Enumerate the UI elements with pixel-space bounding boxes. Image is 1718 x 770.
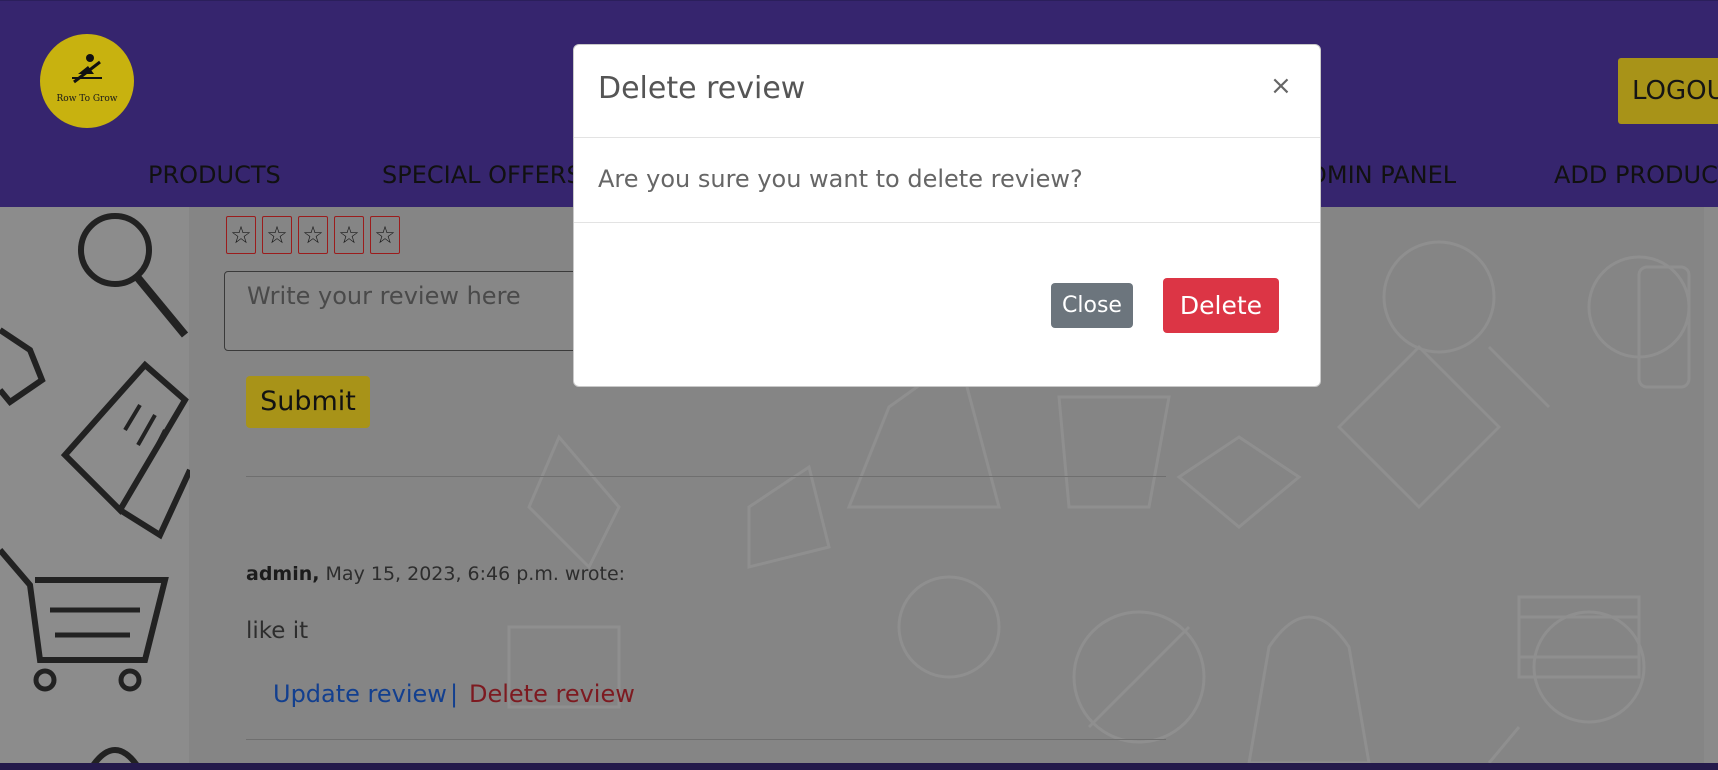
- shopping-cart-icon: [0, 548, 169, 692]
- star-outline-icon[interactable]: ☆: [298, 216, 328, 254]
- tag-icon: [0, 327, 46, 407]
- star-outline-icon[interactable]: ☆: [370, 216, 400, 254]
- divider: [246, 476, 1166, 477]
- delete-review-modal: Delete review × Are you sure you want to…: [573, 44, 1321, 387]
- review-author: admin,: [246, 563, 320, 585]
- close-icon[interactable]: ×: [1270, 71, 1292, 101]
- logo-text: Row To Grow: [56, 94, 118, 104]
- review-textarea[interactable]: Write your review here: [224, 271, 584, 351]
- modal-title: Delete review: [598, 71, 806, 106]
- modal-header-divider: [574, 137, 1320, 138]
- magnifier-icon: [78, 213, 189, 338]
- submit-review-button[interactable]: Submit: [246, 376, 370, 428]
- rower-icon: [72, 54, 102, 84]
- nav-add-product[interactable]: ADD PRODUCT: [1554, 161, 1718, 189]
- laptop-icon: [60, 360, 190, 540]
- site-logo[interactable]: Row To Grow: [40, 34, 134, 128]
- review-text: like it: [246, 618, 309, 644]
- divider: [246, 739, 1166, 740]
- star-outline-icon[interactable]: ☆: [262, 216, 292, 254]
- star-outline-icon[interactable]: ☆: [334, 216, 364, 254]
- delete-review-link[interactable]: Delete review: [469, 680, 635, 708]
- update-review-link[interactable]: Update review: [273, 680, 447, 708]
- modal-delete-button[interactable]: Delete: [1163, 278, 1279, 333]
- review-textarea-placeholder: Write your review here: [247, 282, 521, 310]
- nav-special-offers[interactable]: SPECIAL OFFERS: [382, 161, 582, 189]
- decorative-background-right: [1704, 207, 1718, 763]
- logout-button[interactable]: LOGOUT: [1618, 58, 1718, 124]
- star-rating: ☆ ☆ ☆ ☆ ☆: [226, 216, 400, 254]
- link-separator: |: [450, 680, 459, 708]
- review-date: May 15, 2023, 6:46 p.m. wrote:: [325, 563, 626, 585]
- star-outline-icon[interactable]: ☆: [226, 216, 256, 254]
- footer-band: [0, 763, 1718, 770]
- modal-body-text: Are you sure you want to delete review?: [598, 165, 1083, 193]
- modal-close-button[interactable]: Close: [1051, 283, 1133, 328]
- modal-footer-divider: [574, 222, 1320, 223]
- nav-products[interactable]: PRODUCTS: [148, 161, 281, 189]
- review-meta: admin, May 15, 2023, 6:46 p.m. wrote:: [246, 563, 625, 585]
